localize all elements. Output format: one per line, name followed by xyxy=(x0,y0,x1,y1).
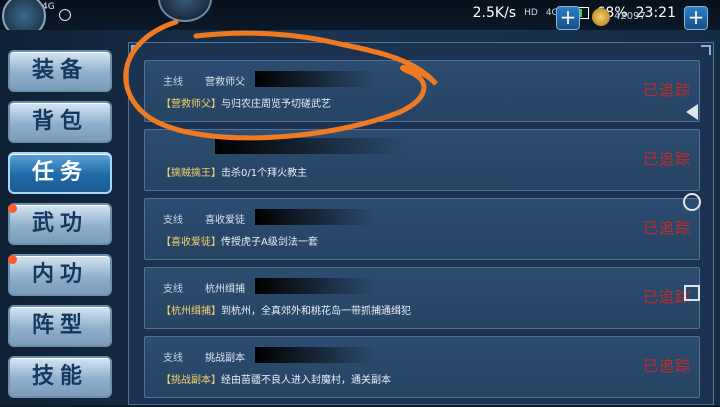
nav-home-icon[interactable] xyxy=(683,193,701,211)
sidebar-item-bag[interactable]: 背包 xyxy=(8,101,112,143)
sidebar-item-martial-arts[interactable]: 武功 xyxy=(8,203,112,245)
add-energy-button[interactable]: + xyxy=(556,6,580,30)
sidebar-item-formation[interactable]: 阵型 xyxy=(8,305,112,347)
redaction xyxy=(255,209,375,225)
sidebar-item-label: 内功 xyxy=(31,262,88,287)
notification-badge xyxy=(8,255,17,264)
sidebar-item-inner-power[interactable]: 内功 xyxy=(8,254,112,296)
redaction xyxy=(255,71,375,87)
hd-icon: HD xyxy=(524,8,538,18)
sidebar-item-label: 技能 xyxy=(31,364,88,389)
notification-badge xyxy=(8,204,17,213)
quest-list: 主线 营救师父 【营救师父】与归农庄周览予切磋武艺 已追踪 【擒贼擒王】击杀0/… xyxy=(144,60,700,405)
quest-type: 支线 xyxy=(163,215,183,226)
sidebar-item-label: 阵型 xyxy=(31,313,88,338)
quest-tag: 【挑战副本】 xyxy=(161,375,221,386)
quest-objective: 传授虎子A级剑法一套 xyxy=(221,237,318,248)
quest-objective: 击杀0/1个拜火教主 xyxy=(221,168,308,179)
quest-description: 【营救师父】与归农庄周览予切磋武艺 xyxy=(161,95,331,110)
quest-tag: 【杭州缉捕】 xyxy=(161,306,221,317)
sidebar-item-quests[interactable]: 任务 xyxy=(8,152,112,194)
quest-type: 主线 xyxy=(163,77,183,88)
sidebar-item-label: 背包 xyxy=(31,109,88,134)
coin-value: 42097 xyxy=(614,11,646,22)
sidebar-item-label: 装备 xyxy=(31,58,88,83)
status-bar: 中国移动4G 中国联通 2.5K/s HD 4G 68% 23:21 + 420… xyxy=(0,0,720,30)
quest-name: 杭州缉捕 xyxy=(205,284,245,295)
nav-recent-apps-icon[interactable] xyxy=(684,285,700,301)
redaction xyxy=(255,347,375,363)
quest-row[interactable]: 主线 营救师父 【营救师父】与归农庄周览予切磋武艺 已追踪 xyxy=(144,60,700,122)
quest-description: 【擒贼擒王】击杀0/1个拜火教主 xyxy=(161,164,307,179)
nav-back-icon[interactable] xyxy=(686,104,698,120)
panel-corner xyxy=(701,45,711,55)
sidebar-item-label: 任务 xyxy=(31,160,88,185)
quest-name: 喜收爱徒 xyxy=(205,215,245,226)
tracked-status[interactable]: 已追踪 xyxy=(643,355,691,376)
quest-name: 营救师父 xyxy=(205,77,245,88)
quest-row[interactable]: 支线 喜收爱徒 【喜收爱徒】传授虎子A级剑法一套 已追踪 xyxy=(144,198,700,260)
quest-objective: 与归农庄周览予切磋武艺 xyxy=(221,99,331,110)
center-orb-icon[interactable] xyxy=(158,0,212,22)
quest-description: 【挑战副本】经由苗疆不良人进入封魔村，通关副本 xyxy=(161,371,391,386)
coin-icon xyxy=(592,8,610,26)
sidebar: 装备 背包 任务 武功 内功 阵型 技能 xyxy=(8,50,116,407)
quest-row[interactable]: 支线 杭州缉捕 【杭州缉捕】到杭州，全真郊外和桃花岛一带抓捕通缉犯 已追踪 xyxy=(144,267,700,329)
quest-objective: 经由苗疆不良人进入封魔村，通关副本 xyxy=(221,375,391,386)
sidebar-item-skills[interactable]: 技能 xyxy=(8,356,112,398)
quest-tag: 【喜收爱徒】 xyxy=(161,237,221,248)
net-speed: 2.5K/s xyxy=(472,5,517,21)
alarm-icon xyxy=(59,9,71,21)
quest-tag: 【擒贼擒王】 xyxy=(161,168,221,179)
quest-type: 支线 xyxy=(163,284,183,295)
quest-type: 支线 xyxy=(163,353,183,364)
quest-row[interactable]: 支线 挑战副本 【挑战副本】经由苗疆不良人进入封魔村，通关副本 已追踪 xyxy=(144,336,700,398)
sidebar-item-equipment[interactable]: 装备 xyxy=(8,50,112,92)
quest-description: 【喜收爱徒】传授虎子A级剑法一套 xyxy=(161,233,318,248)
redaction xyxy=(215,138,405,154)
tracked-status[interactable]: 已追踪 xyxy=(643,79,691,100)
tracked-status[interactable]: 已追踪 xyxy=(643,217,691,238)
quest-row[interactable]: 【擒贼擒王】击杀0/1个拜火教主 已追踪 xyxy=(144,129,700,191)
add-coin-button[interactable]: + xyxy=(684,6,708,30)
quest-description: 【杭州缉捕】到杭州，全真郊外和桃花岛一带抓捕通缉犯 xyxy=(161,302,411,317)
panel-corner xyxy=(131,45,141,55)
quest-tag: 【营救师父】 xyxy=(161,99,221,110)
quest-name: 挑战副本 xyxy=(205,353,245,364)
sidebar-item-label: 武功 xyxy=(31,211,88,236)
redaction xyxy=(255,278,375,294)
tracked-status[interactable]: 已追踪 xyxy=(643,148,691,169)
quest-objective: 到杭州，全真郊外和桃花岛一带抓捕通缉犯 xyxy=(221,306,411,317)
